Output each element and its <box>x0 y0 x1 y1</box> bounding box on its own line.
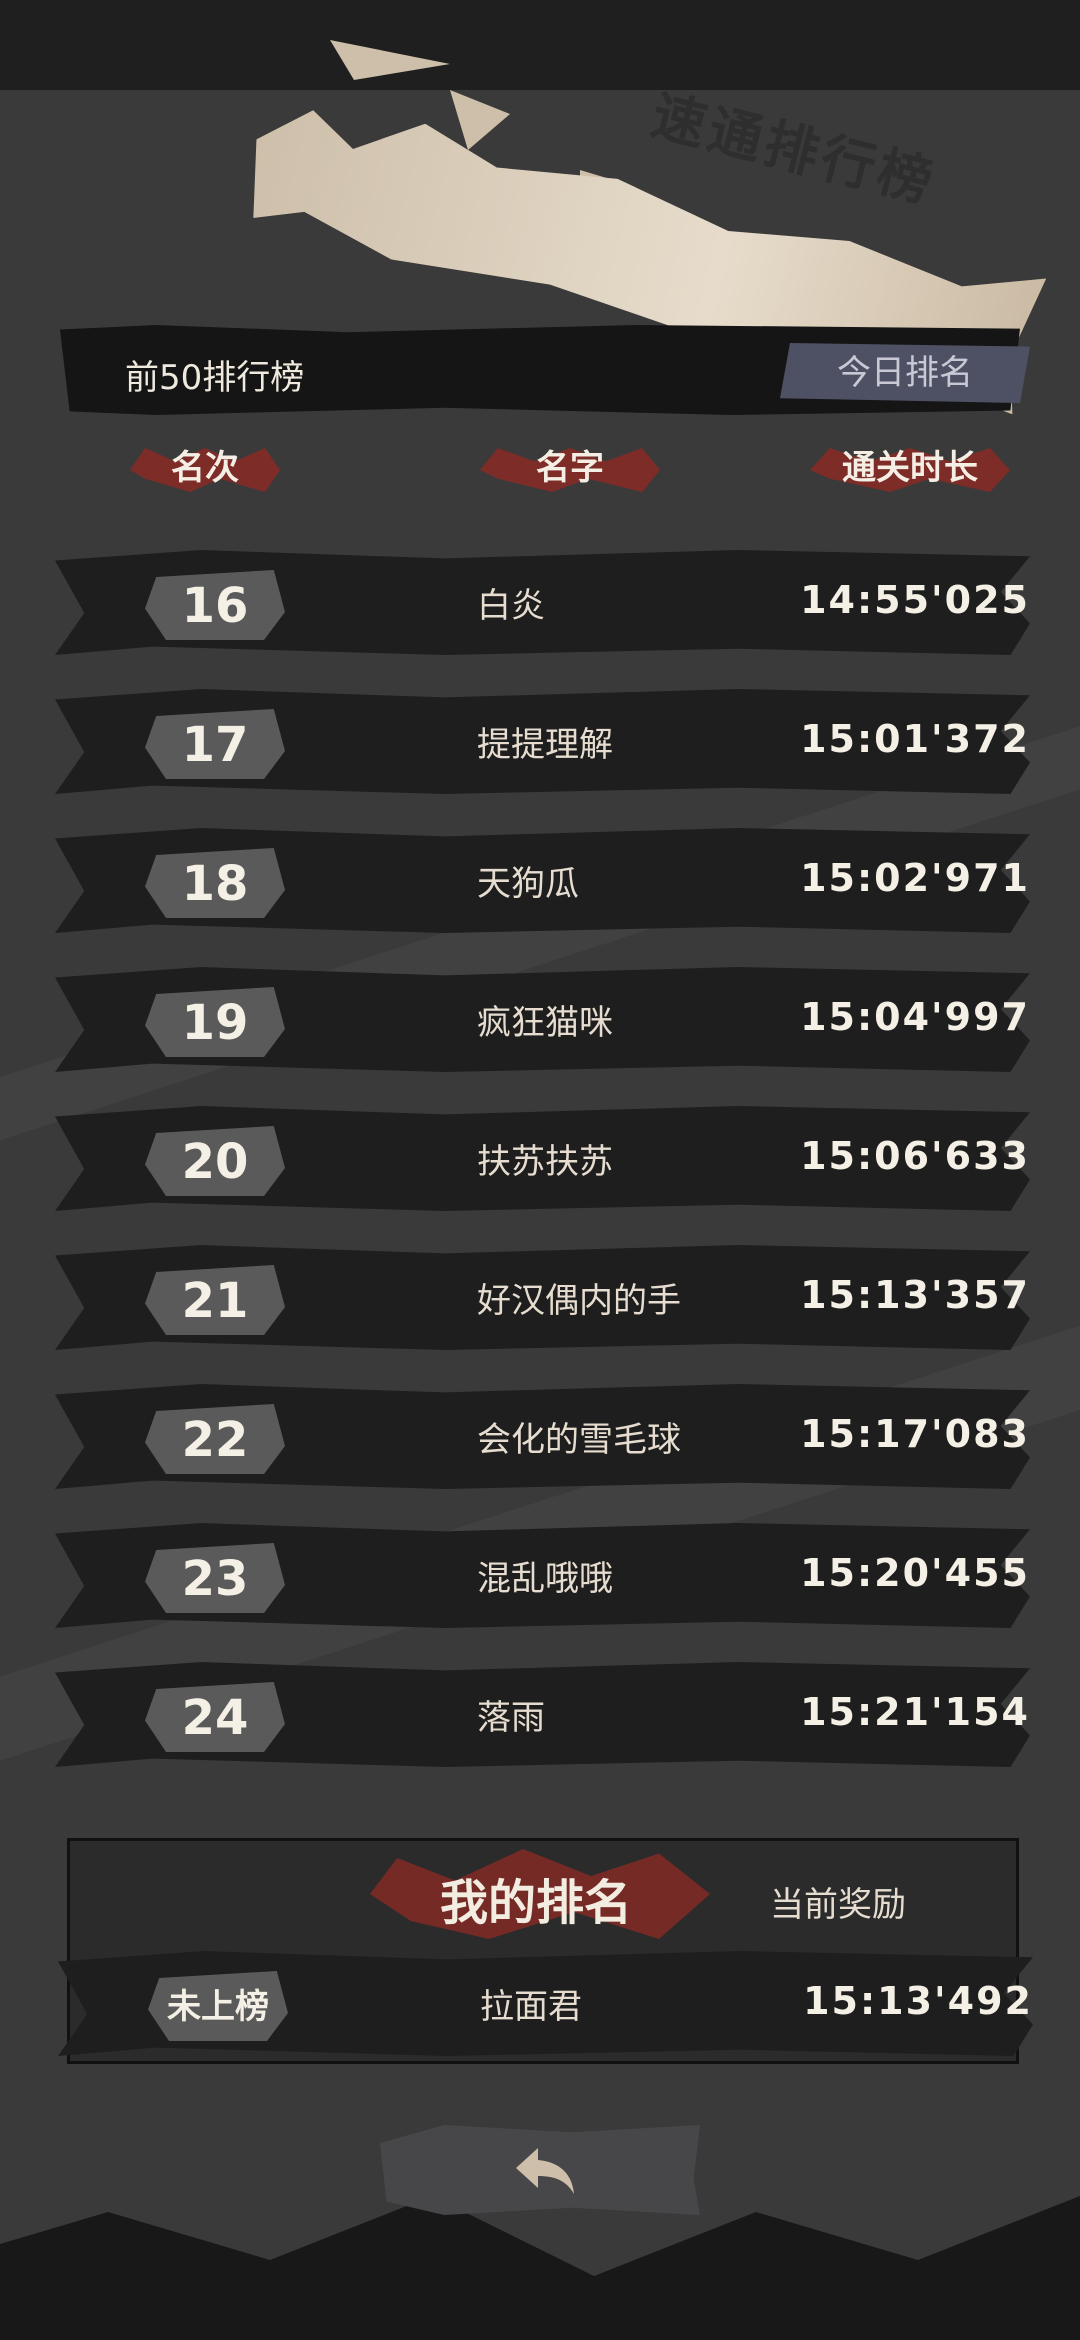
player-name: 混乱哦哦 <box>477 1559 613 1599</box>
player-name: 提提理解 <box>477 725 613 765</box>
player-name: 好汉偶内的手 <box>477 1281 681 1321</box>
rank-number: 24 <box>181 1690 249 1746</box>
rank-number: 19 <box>181 995 249 1051</box>
page-title: 速通排行榜 <box>645 83 943 215</box>
rank-number: 18 <box>181 856 249 912</box>
clear-time: 15:17'083 <box>800 1412 1030 1456</box>
player-name: 疯狂猫咪 <box>477 1003 613 1043</box>
back-arrow-icon[interactable] <box>510 2140 580 2200</box>
leaderboard-row: 21 好汉偶内的手 15:13'357 <box>55 1235 1030 1355</box>
current-reward-button[interactable]: 当前奖励 <box>770 1877 906 1926</box>
leaderboard-row: 16 白炎 14:55'025 <box>55 540 1030 660</box>
clear-time: 15:01'372 <box>800 717 1030 761</box>
leaderboard-row: 23 混乱哦哦 15:20'455 <box>55 1513 1030 1633</box>
player-name: 扶苏扶苏 <box>477 1142 613 1182</box>
top-bar <box>0 0 1080 90</box>
column-header-rank: 名次 <box>130 440 280 496</box>
clear-time: 15:13'357 <box>800 1273 1030 1317</box>
clear-time: 15:04'997 <box>800 995 1030 1039</box>
clear-time: 15:20'455 <box>800 1551 1030 1595</box>
clear-time: 15:02'971 <box>800 856 1030 900</box>
my-ranking-panel: 我的排名 当前奖励 未上榜 拉面君 15:13'492 <box>58 1838 1033 2064</box>
my-ranking-row: 未上榜 拉面君 15:13'492 <box>58 1941 1033 2061</box>
rank-number: 21 <box>181 1273 249 1329</box>
column-header-time-label: 通关时长 <box>842 448 978 488</box>
column-header-rank-label: 名次 <box>171 448 239 488</box>
my-rank-status: 未上榜 <box>167 1987 269 2027</box>
leaderboard-row: 24 落雨 15:21'154 <box>55 1652 1030 1772</box>
player-name: 落雨 <box>477 1698 545 1738</box>
leaderboard-list[interactable]: 16 白炎 14:55'025 17 提提理解 15:01'372 18 天狗瓜 15:02… <box>55 540 1030 1791</box>
my-player-name: 拉面君 <box>480 1987 582 2027</box>
clear-time: 15:21'154 <box>800 1690 1030 1734</box>
clear-time: 14:55'025 <box>800 578 1030 622</box>
rank-number: 23 <box>181 1551 249 1607</box>
rank-number: 20 <box>181 1134 249 1190</box>
rank-number: 17 <box>181 717 249 773</box>
rank-number: 16 <box>181 578 249 634</box>
leaderboard-row: 22 会化的雪毛球 15:17'083 <box>55 1374 1030 1494</box>
my-ranking-title: 我的排名 <box>440 1875 633 1931</box>
leaderboard-row: 19 疯狂猫咪 15:04'997 <box>55 957 1030 1077</box>
leaderboard-row: 20 扶苏扶苏 15:06'633 <box>55 1096 1030 1216</box>
leaderboard-row: 17 提提理解 15:01'372 <box>55 679 1030 799</box>
column-header-name-label: 名字 <box>536 448 604 488</box>
top50-label: 前50排行榜 <box>125 358 305 398</box>
clear-time: 15:06'633 <box>800 1134 1030 1178</box>
player-name: 会化的雪毛球 <box>477 1420 681 1460</box>
banner-shard <box>450 90 510 150</box>
player-name: 天狗瓜 <box>477 864 579 904</box>
rank-number: 22 <box>181 1412 249 1468</box>
column-header-name: 名字 <box>480 440 660 496</box>
my-clear-time: 15:13'492 <box>803 1979 1033 2023</box>
player-name: 白炎 <box>477 586 545 626</box>
column-header-time: 通关时长 <box>810 440 1010 496</box>
today-ranking-button[interactable]: 今日排名 <box>780 343 1030 403</box>
leaderboard-row: 18 天狗瓜 15:02'971 <box>55 818 1030 938</box>
